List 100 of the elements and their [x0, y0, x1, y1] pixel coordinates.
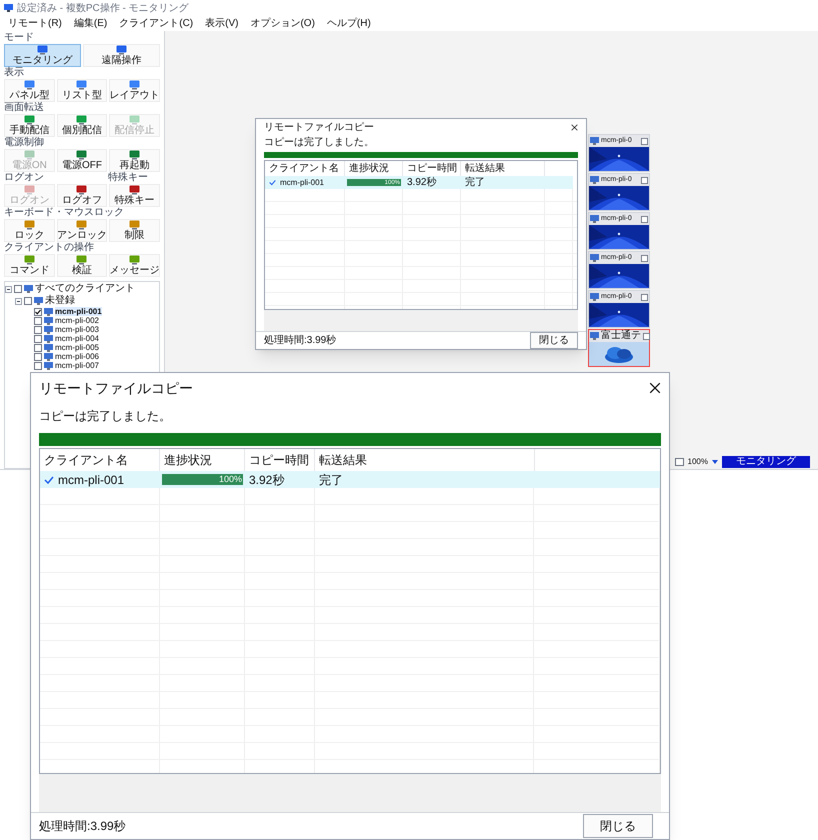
computer-icon: [590, 137, 599, 145]
copy-time: 3.92秒: [248, 472, 286, 488]
tree-item[interactable]: mcm-pli-005: [55, 343, 100, 352]
tool-button[interactable]: モニタリング: [4, 44, 81, 67]
close-button[interactable]: 閉じる: [583, 814, 653, 838]
tool-icon: [116, 45, 127, 55]
tool-button[interactable]: アンロック: [56, 219, 108, 242]
tool-button[interactable]: パネル型: [4, 79, 55, 102]
checkbox[interactable]: [641, 254, 648, 262]
tree-item[interactable]: 未登録: [45, 295, 75, 307]
transfer-result: 完了: [318, 472, 344, 488]
checkbox[interactable]: [641, 176, 648, 184]
tool-icon: [24, 255, 35, 265]
collapse-icon[interactable]: [5, 286, 12, 292]
tree-item[interactable]: mcm-pli-006: [55, 352, 100, 361]
tool-button[interactable]: 電源OFF: [56, 149, 108, 172]
tool-button[interactable]: リスト型: [56, 79, 108, 102]
menu-item[interactable]: クライアント(C): [119, 16, 194, 31]
app-icon: [4, 4, 13, 12]
tool-icon: [76, 115, 88, 125]
menu-item[interactable]: リモート(R): [8, 16, 62, 31]
checkbox[interactable]: [34, 308, 42, 316]
menu-item[interactable]: 編集(E): [74, 16, 108, 31]
check-icon: [44, 474, 54, 484]
tool-button[interactable]: 再起動: [109, 149, 160, 172]
close-button[interactable]: 閉じる: [530, 332, 578, 349]
tree-item[interactable]: mcm-pli-007: [55, 361, 100, 370]
tool-icon: [76, 185, 88, 195]
computer-icon: [590, 215, 599, 223]
transfer-result: 完了: [464, 176, 486, 190]
computer-icon: [34, 297, 43, 305]
checkbox[interactable]: [34, 334, 42, 342]
tool-button[interactable]: 制限: [109, 219, 160, 242]
tool-icon: [24, 220, 35, 230]
section-title: 電源制御: [4, 137, 45, 149]
checkbox[interactable]: [34, 362, 42, 370]
close-icon[interactable]: [571, 124, 578, 130]
checkbox[interactable]: [14, 285, 22, 293]
checkbox[interactable]: [641, 138, 648, 144]
tool-icon: [129, 115, 140, 125]
tool-icon: [129, 150, 140, 160]
thumbnail-label: 富士通テ: [601, 330, 641, 342]
progress-reading: 100%: [218, 475, 243, 484]
client-name: mcm-pli-001: [58, 472, 124, 488]
tool-button[interactable]: 個別配信: [56, 114, 108, 137]
tool-button[interactable]: 遠隔操作: [83, 44, 160, 67]
computer-icon: [590, 293, 599, 301]
checkbox[interactable]: [34, 316, 42, 324]
checkbox[interactable]: [641, 216, 648, 222]
tool-button[interactable]: 手動配信: [4, 114, 55, 137]
tree-item[interactable]: すべてのクライアント: [35, 283, 135, 295]
dialog-title: リモートファイルコピー: [264, 120, 374, 134]
zoom-level: 100%: [688, 456, 708, 468]
tool-button[interactable]: 検証: [56, 254, 108, 277]
check-icon: [269, 179, 276, 186]
computer-icon: [590, 254, 599, 262]
section-title: 表示: [4, 67, 25, 79]
tool-icon: [24, 115, 35, 125]
collapse-icon[interactable]: [15, 298, 22, 304]
tree-item[interactable]: mcm-pli-002: [55, 316, 100, 325]
tree-item[interactable]: mcm-pli-001: [55, 307, 102, 316]
tool-icon: [129, 80, 140, 90]
menu-item[interactable]: 表示(V): [205, 16, 238, 31]
table-row[interactable]: mcm-pli-001 100% 3.92秒 完了: [40, 471, 660, 488]
tool-button[interactable]: メッセージ: [109, 254, 160, 277]
checkbox[interactable]: [643, 332, 650, 340]
tool-button[interactable]: ログオフ: [56, 184, 108, 207]
status-message: コピーは完了しました。: [263, 136, 375, 150]
tool-icon: [24, 150, 35, 160]
client-name: mcm-pli-001: [280, 176, 324, 189]
section-title: モード: [4, 32, 35, 44]
zoom-icon: [674, 458, 684, 466]
menu-item[interactable]: オプション(O): [250, 16, 315, 31]
checkbox[interactable]: [34, 344, 42, 352]
tool-icon: [129, 220, 140, 230]
tool-button[interactable]: コマンド: [4, 254, 55, 277]
client-thumbnail[interactable]: 富士通テ: [588, 329, 650, 367]
tool-button[interactable]: レイアウト: [109, 79, 160, 102]
close-icon[interactable]: [649, 382, 661, 394]
tool-icon: [37, 45, 48, 55]
tool-icon: [76, 80, 88, 90]
section-title: キーボード・マウスロック: [4, 207, 125, 219]
menu-item[interactable]: ヘルプ(H): [326, 16, 371, 31]
caret-icon[interactable]: [712, 460, 718, 464]
computer-icon: [24, 285, 33, 293]
computer-icon: [590, 176, 599, 184]
checkbox[interactable]: [34, 326, 42, 334]
checkbox[interactable]: [34, 352, 42, 360]
tool-icon: [24, 185, 35, 195]
section-title: クライアントの操作: [4, 242, 95, 254]
tree-item[interactable]: mcm-pli-004: [55, 334, 100, 343]
tool-button[interactable]: ロック: [4, 219, 55, 242]
tree-item[interactable]: mcm-pli-003: [55, 325, 100, 334]
tool-button[interactable]: 特殊キー: [109, 184, 160, 207]
status-message: コピーは完了しました。: [38, 408, 172, 425]
checkbox[interactable]: [24, 297, 32, 305]
checkbox[interactable]: [641, 294, 648, 300]
copy-time: 3.92秒: [406, 176, 438, 190]
section-title: ログオン: [4, 172, 45, 184]
window-title: 設定済み - 複数PC操作 - モニタリング: [17, 2, 189, 16]
